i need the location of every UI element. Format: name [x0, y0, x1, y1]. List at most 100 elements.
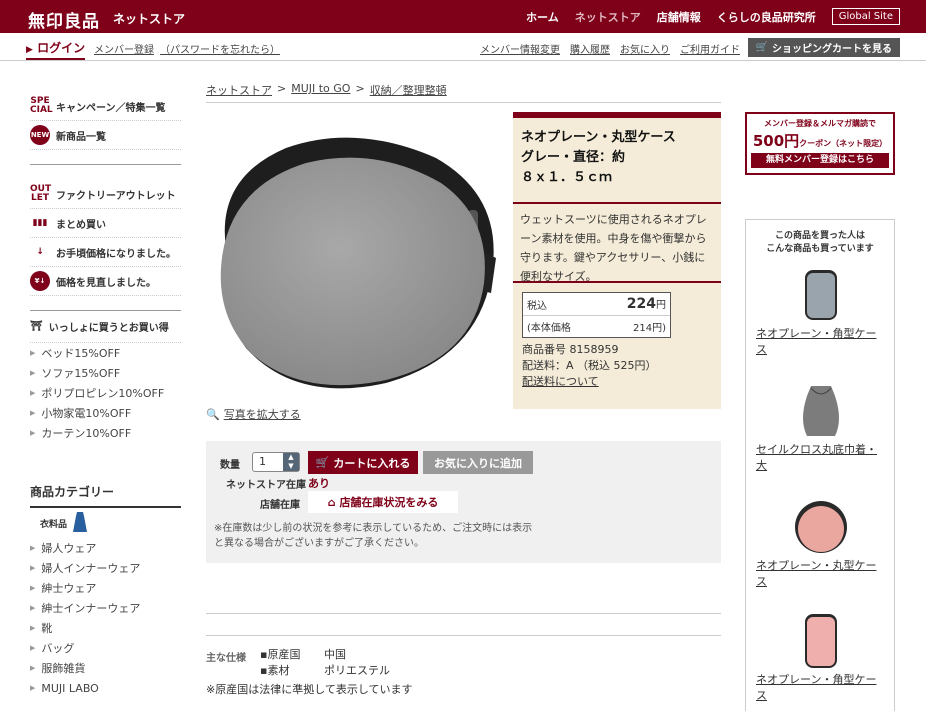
nav-lab[interactable]: くらしの良品研究所 — [717, 9, 816, 25]
product-thumbnail[interactable] — [781, 610, 861, 672]
triangle-right-icon: ▶ — [30, 389, 36, 397]
product-thumbnail[interactable] — [781, 380, 861, 442]
breadcrumb-storage[interactable]: 収納／整理整頓 — [370, 82, 447, 98]
spec-row: ▪原産国 中国 — [260, 647, 390, 663]
spec-label: 主な仕様 — [206, 653, 246, 664]
category-item[interactable]: ▶ 婦人ウェア — [30, 538, 181, 558]
member-info-link[interactable]: メンバー情報変更 — [480, 41, 560, 56]
sidebar-item-price-review[interactable]: ¥↓ 価格を見直しました。 — [30, 267, 181, 296]
breadcrumb-separator: > — [355, 82, 365, 95]
shipping-info-link[interactable]: 配送料について — [522, 374, 712, 390]
product-title-line: グレー・直径：約 — [521, 150, 626, 165]
sidebar-sub-item[interactable]: ▶ ベッド15%OFF — [30, 343, 181, 363]
gift-icon: ⛩ — [30, 321, 43, 332]
bulk-icon: ▮▮▮ — [32, 217, 48, 228]
store-stock-button[interactable]: ⌂ 店舗在庫状況をみる — [308, 491, 458, 513]
login-link[interactable]: ▶ ログイン — [26, 39, 86, 60]
recommend-item-name[interactable]: ネオプレーン・角型ケース — [756, 672, 886, 704]
triangle-right-icon: ▶ — [30, 409, 36, 417]
guide-link[interactable]: ご利用ガイド — [680, 41, 740, 56]
product-title-line: ネオプレーン・丸型ケース — [521, 130, 676, 145]
sidebar-item-outlet[interactable]: OUT LET ファクトリーアウトレット — [30, 180, 181, 209]
category-item[interactable]: ▶ 婦人インナーウェア — [30, 558, 181, 578]
view-cart-label: ショッピングカートを見る — [772, 44, 892, 55]
arrow-down-icon: ↓ — [36, 246, 44, 257]
global-site-button[interactable]: Global Site — [831, 8, 900, 25]
sidebar-item-new[interactable]: NEW 新商品一覧 — [30, 121, 181, 150]
quantity-select[interactable]: 1 ▲ ▼ — [252, 452, 300, 472]
purchase-history-link[interactable]: 購入履歴 — [570, 41, 610, 56]
free-register-button[interactable]: 無料メンバー登録はこちら — [751, 153, 889, 168]
top-bar: 無印良品 ネットストア ホーム ネットストア 店舗情報 くらしの良品研究所 Gl… — [0, 0, 926, 33]
home-icon: ⌂ — [327, 495, 336, 509]
recommend-item-name[interactable]: セイルクロス丸底巾着・大 — [756, 442, 886, 474]
sidebar-item-label: 新商品一覧 — [56, 131, 106, 143]
category-item[interactable]: ▶ 服飾雑貨 — [30, 658, 181, 678]
divider — [206, 613, 721, 614]
sidebar-sub-label: ベッド15%OFF — [41, 347, 121, 360]
forgot-password-link[interactable]: （パスワードを忘れたら） — [160, 41, 280, 56]
member-register-link[interactable]: メンバー登録 — [94, 41, 154, 56]
top-nav: ホーム ネットストア 店舗情報 くらしの良品研究所 Global Site — [526, 0, 900, 33]
nav-home[interactable]: ホーム — [526, 9, 559, 25]
enlarge-photo-link[interactable]: 🔍 写真を拡大する — [206, 406, 301, 422]
recommend-item-name[interactable]: ネオプレーン・丸型ケース — [756, 558, 886, 590]
store-stock-label: 店舗在庫 — [260, 500, 300, 511]
category-item[interactable]: ▶ 靴 — [30, 618, 181, 638]
product-title: ネオプレーン・丸型ケース グレー・直径：約 ８ｘ１．５ｃｍ — [513, 118, 721, 204]
triangle-right-icon: ▶ — [30, 684, 36, 692]
product-image[interactable] — [206, 118, 506, 408]
brand-logo[interactable]: 無印良品 — [28, 7, 100, 32]
recommend-item[interactable]: セイルクロス丸底巾着・大 — [756, 380, 886, 474]
triangle-right-icon: ▶ — [30, 369, 36, 377]
price-box: 税込 224円 (本体価格 214円) — [522, 292, 671, 338]
sidebar-sub-item[interactable]: ▶ ソファ15%OFF — [30, 363, 181, 383]
cart-icon: 🛒 — [315, 456, 330, 469]
triangle-right-icon: ▶ — [30, 584, 36, 592]
category-item[interactable]: ▶ バッグ — [30, 638, 181, 658]
brand-subtitle[interactable]: ネットストア — [113, 10, 185, 27]
sidebar-sub-item[interactable]: ▶ カーテン10%OFF — [30, 423, 181, 443]
breadcrumb-netstore[interactable]: ネットストア — [206, 82, 272, 98]
view-cart-button[interactable]: 🛒 ショッピングカートを見る — [747, 38, 900, 57]
product-title-line: ８ｘ１．５ｃｍ — [521, 170, 613, 185]
product-info-panel: ネオプレーン・丸型ケース グレー・直径：約 ８ｘ１．５ｃｍ ウェットスーツに使用… — [513, 112, 721, 409]
category-item[interactable]: ▶ 紳士インナーウェア — [30, 598, 181, 618]
tax-label: 税込 — [527, 300, 547, 312]
favorites-link[interactable]: お気に入り — [620, 41, 670, 56]
cart-icon: 🛒 — [755, 42, 768, 53]
spec-value: 中国 — [324, 648, 346, 661]
sidebar-sub-item[interactable]: ▶ 小物家電10%OFF — [30, 403, 181, 423]
category-item[interactable]: ▶ MUJI LABO — [30, 678, 181, 698]
nav-netstore[interactable]: ネットストア — [575, 9, 641, 25]
recommend-item[interactable]: ネオプレーン・角型ケース — [756, 264, 886, 358]
triangle-right-icon: ▶ — [30, 644, 36, 652]
sidebar-item-bulk[interactable]: ▮▮▮ まとめ買い — [30, 209, 181, 238]
sidebar-item-label: いっしょに買うとお買い得 — [48, 323, 169, 334]
sub-bar: ▶ ログイン メンバー登録 （パスワードを忘れたら） メンバー情報変更 購入履歴… — [0, 33, 926, 61]
sidebar-item-special[interactable]: SPE CIAL キャンペーン／特集一覧 — [30, 92, 181, 121]
recommend-item[interactable]: ネオプレーン・角型ケース — [756, 610, 886, 704]
add-to-cart-button[interactable]: 🛒 カートに入れる — [308, 451, 418, 474]
category-clothing[interactable]: 衣料品 — [30, 508, 181, 538]
account-links: メンバー情報変更 購入履歴 お気に入り ご利用ガイド — [480, 41, 740, 56]
product-thumbnail[interactable] — [781, 264, 861, 326]
product-thumbnail[interactable] — [781, 496, 861, 558]
sidebar-item-affordable[interactable]: ↓ お手頃価格になりました。 — [30, 238, 181, 267]
member-promo-banner[interactable]: メンバー登録＆メルマガ購読で 500円クーポン（ネット限定） 無料メンバー登録は… — [745, 112, 895, 175]
breadcrumb-muji-to-go[interactable]: MUJI to GO — [291, 82, 350, 98]
nav-store-info[interactable]: 店舗情報 — [657, 9, 701, 25]
sidebar-sub-label: ソファ15%OFF — [41, 367, 121, 380]
outlet-icon: OUT LET — [30, 184, 52, 203]
add-favorite-button[interactable]: お気に入りに追加 — [423, 451, 533, 474]
sidebar-sub-item[interactable]: ▶ ポリプロピレン10%OFF — [30, 383, 181, 403]
breadcrumb: ネットストア > MUJI to GO > 収納／整理整頓 — [206, 82, 721, 103]
recommend-item[interactable]: ネオプレーン・丸型ケース — [756, 496, 886, 590]
recommend-title-line: こんな商品も買っています — [766, 244, 874, 254]
enlarge-label: 写真を拡大する — [223, 408, 301, 421]
category-item[interactable]: ▶ 紳士ウェア — [30, 578, 181, 598]
sidebar-item-together[interactable]: ⛩ いっしょに買うとお買い得 — [30, 311, 181, 343]
cart-panel: 数量 1 ▲ ▼ 🛒 カートに入れる お気に入りに追加 ネットストア在庫 あり 店… — [206, 441, 721, 563]
recommend-item-name[interactable]: ネオプレーン・角型ケース — [756, 326, 886, 358]
tax-price: 224 — [626, 296, 656, 312]
